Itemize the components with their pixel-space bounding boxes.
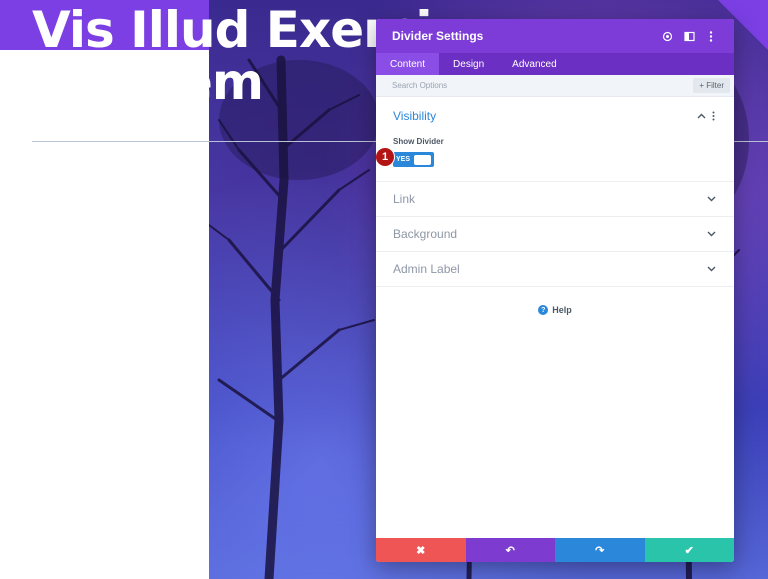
cancel-button[interactable]: ✖ (376, 538, 466, 562)
redo-icon: ↷ (595, 544, 605, 557)
chevron-down-icon[interactable] (704, 227, 718, 241)
help-icon: ? (538, 305, 549, 315)
modal-title: Divider Settings (392, 29, 484, 43)
search-row: + Filter (376, 75, 734, 97)
filter-button[interactable]: + Filter (693, 78, 730, 93)
target-icon[interactable] (656, 25, 678, 47)
divider-settings-modal: Divider Settings Content Design Advanced… (376, 19, 734, 562)
redo-button[interactable]: ↷ (555, 538, 645, 562)
modal-header: Divider Settings (376, 19, 734, 53)
background-section[interactable]: Background (376, 217, 734, 252)
chevron-down-icon[interactable] (704, 262, 718, 276)
visibility-section-header[interactable]: Visibility (393, 109, 718, 123)
tab-content[interactable]: Content (376, 53, 440, 75)
search-options-input[interactable] (392, 81, 694, 90)
help-link[interactable]: ? Help (376, 305, 734, 315)
visibility-section: Visibility Show Divider YES 1 (376, 97, 734, 182)
tab-advanced[interactable]: Advanced (498, 53, 570, 75)
toggle-value: YES (396, 156, 411, 163)
show-divider-label: Show Divider (393, 137, 444, 146)
modal-footer: ✖ ↶ ↷ ✔ (376, 538, 734, 562)
settings-tabs: Content Design Advanced (376, 53, 734, 75)
check-icon: ✔ (684, 544, 694, 557)
chevron-up-icon[interactable] (694, 109, 708, 123)
help-label: Help (552, 305, 572, 315)
section-more-icon[interactable] (708, 109, 718, 123)
step-number-badge: 1 (376, 147, 395, 167)
background-section-title: Background (393, 227, 458, 241)
link-section[interactable]: Link (376, 182, 734, 217)
chevron-down-icon[interactable] (704, 192, 718, 206)
undo-icon: ↶ (505, 544, 515, 557)
visibility-section-title: Visibility (393, 109, 437, 123)
admin-label-section[interactable]: Admin Label (376, 252, 734, 287)
tab-design[interactable]: Design (439, 53, 498, 75)
save-button[interactable]: ✔ (644, 538, 734, 562)
split-view-icon[interactable] (678, 25, 700, 47)
admin-label-section-title: Admin Label (393, 262, 460, 276)
link-section-title: Link (393, 192, 416, 206)
toggle-knob (414, 154, 431, 165)
undo-button[interactable]: ↶ (465, 538, 555, 562)
show-divider-toggle[interactable]: YES (393, 152, 434, 167)
more-icon[interactable] (700, 25, 722, 47)
close-icon: ✖ (416, 544, 426, 557)
